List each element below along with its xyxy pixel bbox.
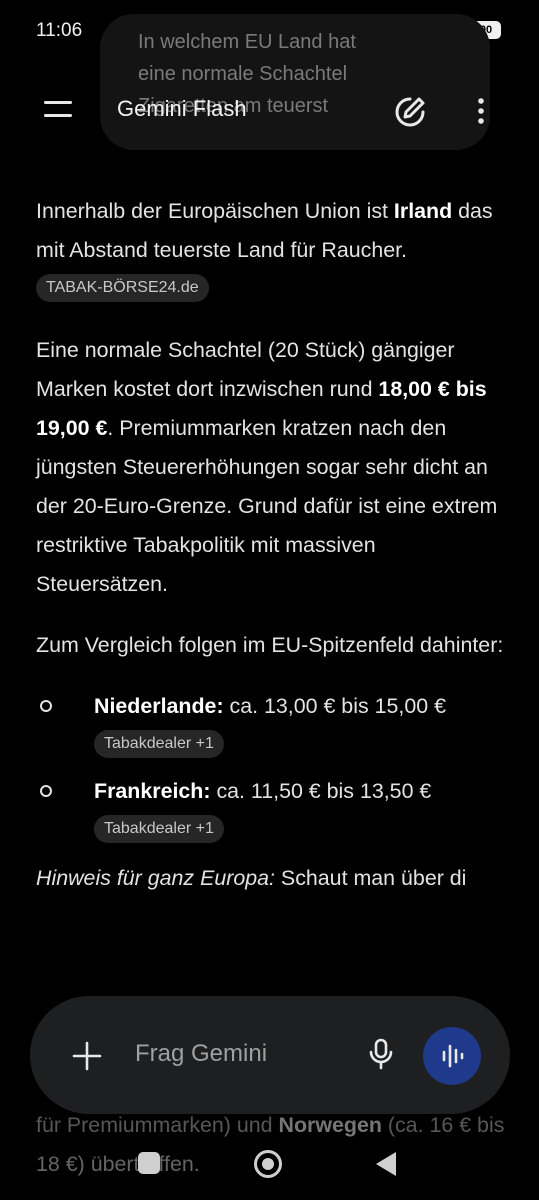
bullet-icon <box>40 700 52 712</box>
status-time: 11:06 <box>36 20 83 41</box>
system-nav-bar <box>0 1140 539 1190</box>
app-header: Gemini Flash <box>0 72 539 148</box>
bold-text: Irland <box>393 199 453 223</box>
list-item: Frankreich: ca. 11,50 € bis 13,50 € Taba… <box>36 772 506 845</box>
source-chip[interactable]: Tabakdealer +1 <box>94 815 224 843</box>
bullet-list: Niederlande: ca. 13,00 € bis 15,00 € Tab… <box>36 687 506 845</box>
bullet-icon <box>40 785 52 797</box>
prompt-input[interactable]: Frag Gemini <box>135 1040 267 1068</box>
text: ca. 13,00 € bis 15,00 € <box>223 694 446 718</box>
list-item: Niederlande: ca. 13,00 € bis 15,00 € Tab… <box>36 687 506 760</box>
response-content: Innerhalb der Europäischen Union ist Irl… <box>36 192 506 898</box>
text: Innerhalb der Europäischen Union ist <box>36 199 394 223</box>
text: Schaut man über di <box>274 866 467 890</box>
back-button[interactable] <box>376 1152 396 1176</box>
recents-button[interactable] <box>138 1152 160 1174</box>
more-icon[interactable] <box>466 96 496 126</box>
previous-prompt-line: In welchem EU Land hat <box>138 31 356 53</box>
mic-icon[interactable] <box>368 1038 394 1070</box>
prompt-input-bar[interactable]: Frag Gemini <box>30 996 510 1114</box>
text: . Premiummarken kratzen nach den jüngste… <box>36 416 498 596</box>
response-paragraph: Eine normale Schachtel (20 Stück) gängig… <box>36 331 506 604</box>
response-paragraph: Hinweis für ganz Europa: Schaut man über… <box>36 859 506 898</box>
text: für Premiummarken) und <box>36 1113 279 1137</box>
live-button[interactable] <box>423 1027 481 1085</box>
response-paragraph: Innerhalb der Europäischen Union ist Irl… <box>36 192 506 309</box>
bold-text: Norwegen <box>278 1113 382 1137</box>
home-button[interactable] <box>254 1150 282 1178</box>
menu-icon[interactable] <box>44 98 72 120</box>
italic-text: Hinweis für ganz Europa: <box>36 866 275 890</box>
plus-icon[interactable] <box>72 1041 102 1071</box>
bold-text: Niederlande: <box>94 694 224 718</box>
bold-text: Frankreich: <box>94 779 211 803</box>
live-waveform-icon <box>442 1044 464 1068</box>
model-selector[interactable]: Gemini Flash <box>117 96 247 122</box>
source-chip[interactable]: TABAK-BÖRSE24.de <box>36 274 209 303</box>
edit-icon[interactable] <box>392 94 428 130</box>
text: ca. 11,50 € bis 13,50 € <box>210 779 432 803</box>
response-paragraph: Zum Vergleich folgen im EU-Spitzenfeld d… <box>36 633 504 657</box>
source-chip[interactable]: Tabakdealer +1 <box>94 730 224 758</box>
